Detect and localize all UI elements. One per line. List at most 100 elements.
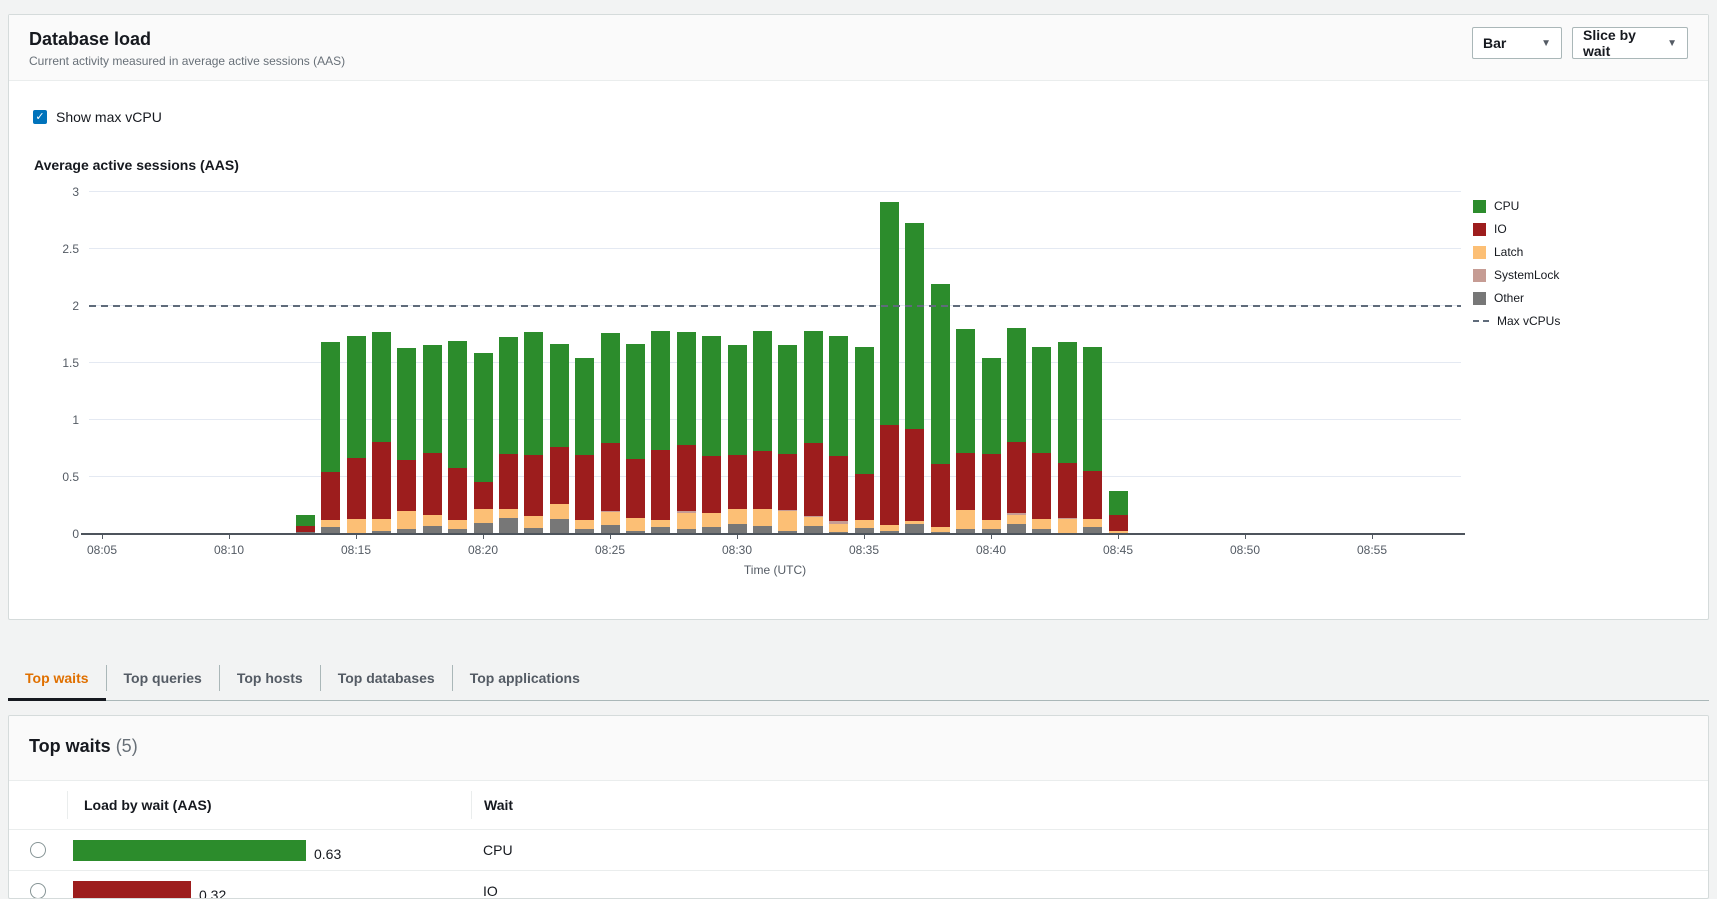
stacked-bar-08:24[interactable] — [575, 358, 594, 534]
legend-item-io: IO — [1473, 222, 1560, 236]
show-max-vcpu-row: ✓ Show max vCPU — [33, 109, 162, 125]
bar-segment-latch — [778, 511, 797, 530]
stacked-bar-08:19[interactable] — [448, 341, 467, 534]
bar-segment-latch — [575, 520, 594, 529]
top-waits-panel: Top waits (5) Load by wait (AAS) Wait 0.… — [8, 715, 1709, 899]
bar-segment-cpu — [321, 342, 340, 472]
tab-top-databases[interactable]: Top databases — [321, 655, 452, 700]
bar-segment-cpu — [601, 333, 620, 442]
row-radio-button[interactable] — [30, 883, 46, 899]
stacked-bar-08:31[interactable] — [753, 331, 772, 534]
stacked-bar-08:41[interactable] — [1007, 328, 1026, 534]
load-value: 0.32 — [199, 887, 226, 899]
load-bar — [73, 881, 191, 899]
bar-segment-io — [982, 454, 1001, 520]
stacked-bar-08:30[interactable] — [728, 345, 747, 534]
stacked-bar-08:14[interactable] — [321, 342, 340, 534]
stacked-bar-08:32[interactable] — [778, 345, 797, 534]
bar-segment-cpu — [753, 331, 772, 451]
show-max-vcpu-checkbox[interactable]: ✓ — [33, 110, 47, 124]
legend-swatch-io — [1473, 223, 1486, 236]
top-waits-title: Top waits (5) — [29, 736, 1688, 757]
slice-by-dropdown[interactable]: Slice by wait ▼ — [1572, 27, 1688, 59]
bar-segment-io — [931, 464, 950, 527]
tab-top-queries[interactable]: Top queries — [107, 655, 219, 700]
stacked-bar-08:29[interactable] — [702, 336, 721, 534]
bar-segment-io — [651, 450, 670, 521]
chart-type-dropdown[interactable]: Bar ▼ — [1472, 27, 1562, 59]
row-radio-button[interactable] — [30, 842, 46, 858]
legend-swatch-latch — [1473, 246, 1486, 259]
bar-segment-latch — [956, 510, 975, 529]
slice-by-value: Slice by wait — [1583, 27, 1659, 59]
bar-segment-cpu — [778, 345, 797, 454]
table-row: 0.63CPU — [9, 830, 1708, 871]
stacked-bar-08:17[interactable] — [397, 348, 416, 534]
load-bar — [73, 840, 306, 861]
aas-stacked-bar-chart[interactable]: 00.511.522.5308:0508:1008:1508:2008:2508… — [89, 192, 1461, 534]
stacked-bar-08:20[interactable] — [474, 353, 493, 534]
bar-segment-latch — [677, 513, 696, 529]
stacked-bar-08:44[interactable] — [1083, 347, 1102, 534]
bar-segment-cpu — [880, 202, 899, 424]
gridline — [89, 476, 1461, 477]
x-axis-title: Time (UTC) — [89, 563, 1461, 577]
y-axis-tick-label: 2 — [37, 299, 79, 313]
bar-segment-cpu — [474, 353, 493, 482]
stacked-bar-08:23[interactable] — [550, 344, 569, 534]
stacked-bar-08:18[interactable] — [423, 345, 442, 534]
stacked-bar-08:43[interactable] — [1058, 342, 1077, 534]
wait-name: IO — [471, 883, 1708, 899]
stacked-bar-08:22[interactable] — [524, 332, 543, 534]
stacked-bar-08:25[interactable] — [601, 333, 620, 534]
load-value: 0.63 — [314, 846, 341, 862]
stacked-bar-08:21[interactable] — [499, 337, 518, 534]
bar-segment-io — [1109, 515, 1128, 531]
bar-segment-latch — [1083, 519, 1102, 527]
stacked-bar-08:33[interactable] — [804, 331, 823, 534]
stacked-bar-08:36[interactable] — [880, 202, 899, 534]
stacked-bar-08:13[interactable] — [296, 515, 315, 534]
top-waits-table-header: Load by wait (AAS) Wait — [9, 781, 1708, 830]
bar-segment-io — [321, 472, 340, 520]
load-by-wait-cell: 0.32 — [67, 879, 471, 899]
gridline — [89, 248, 1461, 249]
stacked-bar-08:40[interactable] — [982, 358, 1001, 534]
bar-segment-cpu — [1109, 491, 1128, 515]
stacked-bar-08:35[interactable] — [855, 347, 874, 534]
bar-segment-io — [575, 455, 594, 520]
chevron-down-icon: ▼ — [1541, 38, 1551, 49]
stacked-bar-08:37[interactable] — [905, 223, 924, 534]
bar-segment-io — [626, 459, 645, 518]
x-axis-tick-label: 08:25 — [580, 543, 640, 557]
dashed-line-swatch — [1473, 320, 1489, 322]
bar-segment-latch — [728, 509, 747, 524]
x-axis-tick-label: 08:50 — [1215, 543, 1275, 557]
stacked-bar-08:39[interactable] — [956, 329, 975, 534]
legend-label: Latch — [1494, 245, 1523, 259]
legend-swatch-systemlock — [1473, 269, 1486, 282]
stacked-bar-08:15[interactable] — [347, 336, 366, 534]
tab-top-applications[interactable]: Top applications — [453, 655, 597, 700]
page-title: Database load — [29, 29, 1688, 50]
bar-segment-io — [550, 447, 569, 504]
tab-top-waits[interactable]: Top waits — [8, 655, 106, 700]
stacked-bar-08:16[interactable] — [372, 332, 391, 534]
stacked-bar-08:26[interactable] — [626, 344, 645, 534]
stacked-bar-08:34[interactable] — [829, 336, 848, 534]
stacked-bar-08:27[interactable] — [651, 331, 670, 534]
tab-top-hosts[interactable]: Top hosts — [220, 655, 320, 700]
stacked-bar-08:28[interactable] — [677, 332, 696, 534]
bar-segment-io — [1058, 463, 1077, 518]
stacked-bar-08:38[interactable] — [931, 284, 950, 534]
bar-segment-cpu — [829, 336, 848, 457]
stacked-bar-08:42[interactable] — [1032, 347, 1051, 534]
chart-title: Average active sessions (AAS) — [34, 157, 239, 173]
legend-label: CPU — [1494, 199, 1519, 213]
bar-segment-cpu — [499, 337, 518, 454]
legend-item-systemlock: SystemLock — [1473, 268, 1560, 282]
bar-segment-io — [1032, 453, 1051, 519]
stacked-bar-08:45[interactable] — [1109, 491, 1128, 534]
bar-segment-other — [499, 518, 518, 534]
bar-segment-latch — [1058, 519, 1077, 533]
